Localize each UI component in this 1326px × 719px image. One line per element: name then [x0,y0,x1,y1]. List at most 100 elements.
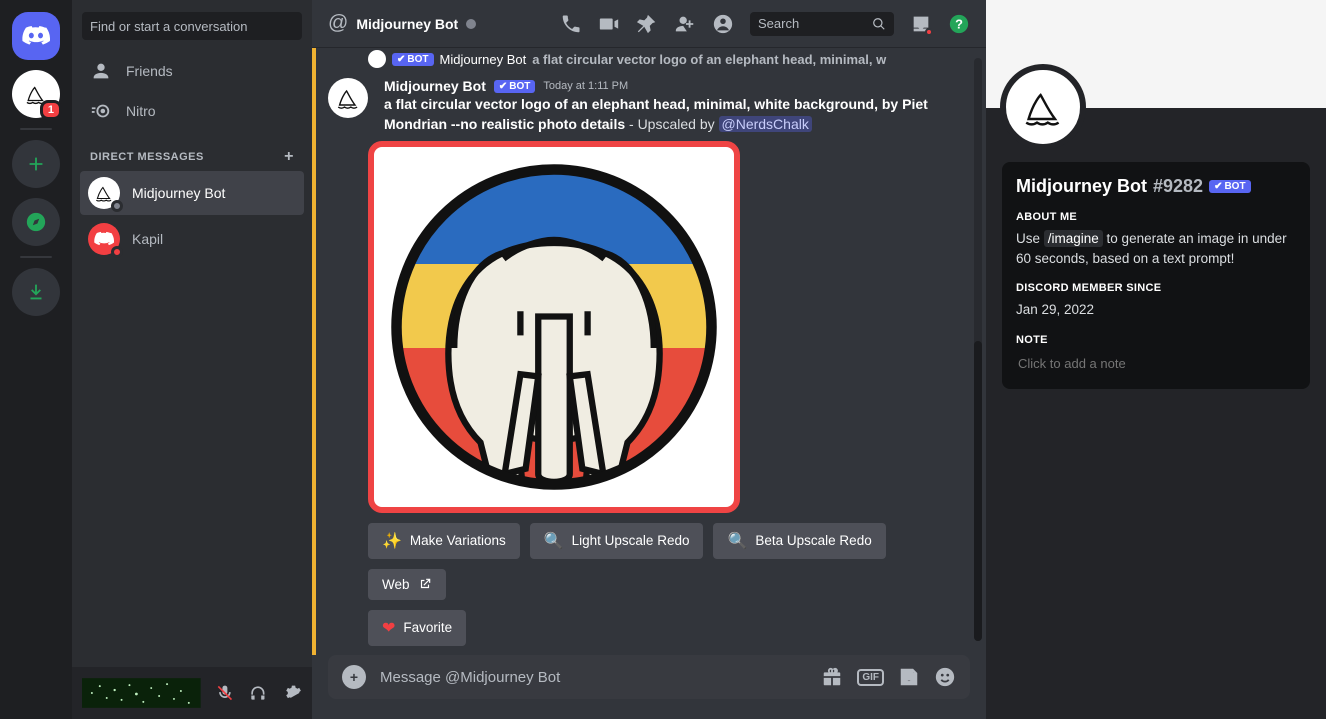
presence-offline-icon [466,19,476,29]
mini-avatar [368,50,386,68]
user-avatar-area[interactable] [82,678,201,708]
prev-user-label: Midjourney Bot [440,52,527,67]
discord-logo-icon [94,231,114,247]
dm-item-midjourney-bot[interactable]: Midjourney Bot [80,171,304,215]
boat-icon [93,182,115,204]
imagine-command: /imagine [1044,230,1103,247]
make-variations-button[interactable]: ✨Make Variations [368,523,520,559]
dm-item-label: Kapil [132,231,163,247]
chat-scroll-area: ✔ BOT Midjourney Bot a flat circular vec… [312,48,986,655]
web-link-button[interactable]: Web [368,569,446,600]
pinned-messages-button[interactable] [636,13,658,35]
presence-offline-icon [111,200,123,212]
help-button[interactable]: ? [948,13,970,35]
channel-title: Midjourney Bot [356,16,458,32]
generated-image[interactable] [368,141,740,513]
user-footer [72,667,312,719]
explore-servers-button[interactable] [12,198,60,246]
deafen-button[interactable] [248,683,268,703]
action-row-3: ❤Favorite [368,610,970,646]
dm-avatar [88,223,120,255]
external-link-icon [418,577,432,591]
gif-picker-button[interactable]: GIF [857,669,884,686]
mention-highlight-bar [312,48,316,655]
svg-text:?: ? [955,16,963,31]
nitro-icon [90,100,112,122]
sparkles-icon: ✨ [382,531,402,551]
sidebar-item-nitro[interactable]: Nitro [80,92,304,130]
user-settings-button[interactable] [282,683,302,703]
user-mention[interactable]: @NerdsChalk [719,116,812,132]
message-avatar[interactable] [328,78,368,118]
profile-avatar[interactable] [1000,64,1086,150]
message-composer[interactable]: + Message @Midjourney Bot GIF [328,655,970,699]
scrollbar[interactable] [974,58,982,641]
home-button[interactable] [12,12,60,60]
find-conversation-input[interactable]: Find or start a conversation [82,12,302,40]
dm-avatar [88,177,120,209]
prev-text: a flat circular vector logo of an elepha… [532,52,886,67]
bot-badge: ✔ BOT [494,80,536,93]
inbox-button[interactable] [910,13,932,35]
search-placeholder: Search [758,16,799,31]
magnifier-icon: 🔍 [727,531,747,551]
search-icon [872,17,886,31]
composer-placeholder: Message @Midjourney Bot [380,669,807,686]
notification-dot-icon [925,28,933,36]
presence-dnd-icon [111,246,123,258]
action-row-2: Web [368,569,970,600]
dm-unread-badge: 1 [40,100,62,120]
bot-badge: ✔ BOT [1209,180,1251,193]
bot-badge: ✔ BOT [392,53,434,66]
add-server-button[interactable] [12,140,60,188]
emoji-picker-button[interactable] [934,666,956,688]
message-content: a flat circular vector logo of an elepha… [384,94,970,135]
note-input[interactable] [1016,352,1296,375]
action-row-1: ✨Make Variations 🔍Light Upscale Redo 🔍Be… [368,523,970,559]
dm-shortcut-midjourney[interactable]: 1 [12,70,60,118]
dm-section-header: DIRECT MESSAGES + [72,132,312,170]
message-timestamp: Today at 1:11 PM [543,80,628,92]
gift-button[interactable] [821,666,843,688]
create-dm-button[interactable]: + [284,148,294,166]
attach-button[interactable]: + [342,665,366,689]
search-input[interactable]: Search [750,12,894,36]
sidebar-item-friends[interactable]: Friends [80,52,304,90]
previous-message-preview: ✔ BOT Midjourney Bot a flat circular vec… [312,48,970,74]
channel-header: @ Midjourney Bot Search ? [312,0,986,48]
dm-item-kapil[interactable]: Kapil [80,217,304,261]
friends-icon [90,60,112,82]
main-panel: @ Midjourney Bot Search ? [312,0,986,719]
voice-call-button[interactable] [560,13,582,35]
favorite-button[interactable]: ❤Favorite [368,610,466,646]
add-friends-to-dm-button[interactable] [674,13,696,35]
about-me-header: ABOUT ME [1016,211,1296,223]
note-header: NOTE [1016,334,1296,346]
find-conversation-placeholder: Find or start a conversation [90,19,248,34]
rail-divider [20,128,52,130]
sidebar-item-label: Friends [126,63,173,79]
member-since-header: DISCORD MEMBER SINCE [1016,282,1296,294]
download-icon [25,281,47,303]
video-call-button[interactable] [598,13,620,35]
sidebar-item-label: Nitro [126,103,156,119]
message-midjourney-result: Midjourney Bot ✔ BOT Today at 1:11 PM a … [312,74,970,135]
profile-username: Midjourney Bot#9282 ✔ BOT [1016,176,1296,197]
magnifier-icon: 🔍 [544,531,564,551]
dm-sidebar: Find or start a conversation Friends Nit… [72,0,312,719]
download-apps-button[interactable] [12,268,60,316]
at-icon: @ [328,12,348,35]
heart-icon: ❤ [382,618,395,638]
plus-icon [25,153,47,175]
light-upscale-redo-button[interactable]: 🔍Light Upscale Redo [530,523,704,559]
sticker-picker-button[interactable] [898,666,920,688]
mute-mic-button[interactable] [215,683,235,703]
dm-item-label: Midjourney Bot [132,185,225,201]
about-me-body: Use /imagine to generate an image in und… [1016,229,1296,268]
compass-icon [25,211,47,233]
user-profile-button[interactable] [712,13,734,35]
member-since-value: Jan 29, 2022 [1016,300,1296,320]
message-author[interactable]: Midjourney Bot [384,78,486,94]
beta-upscale-redo-button[interactable]: 🔍Beta Upscale Redo [713,523,885,559]
rail-divider [20,256,52,258]
